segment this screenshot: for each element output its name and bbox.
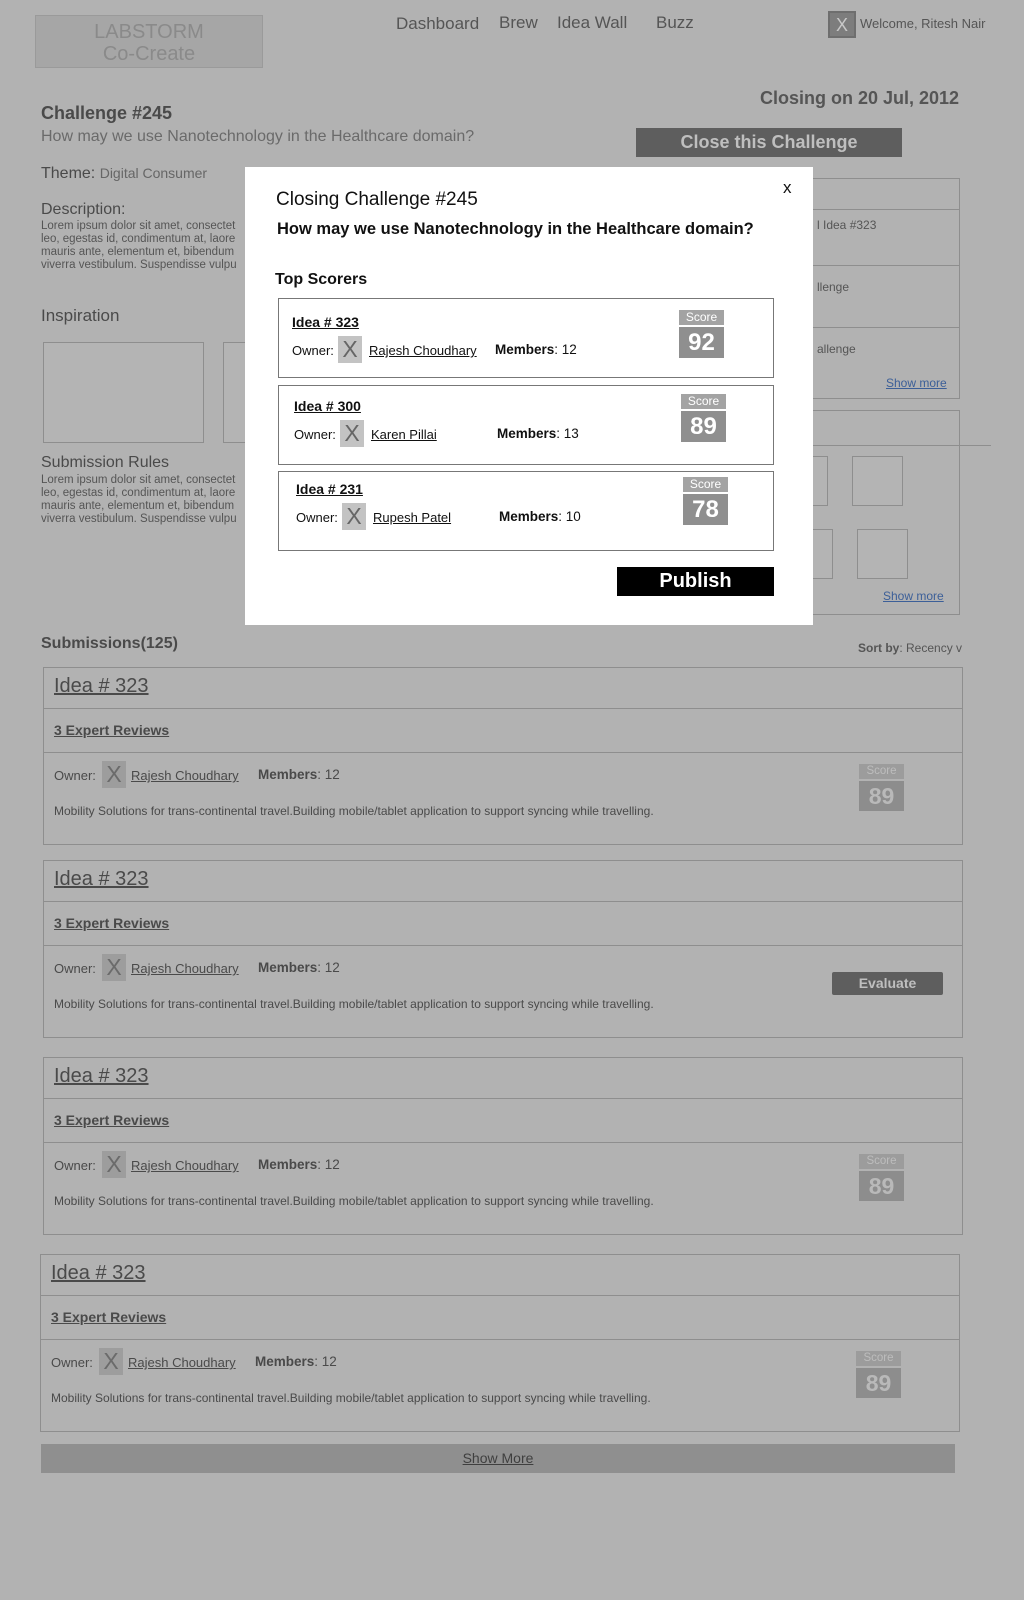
challenge-id: Challenge #245 [41, 103, 173, 123]
evaluate-button[interactable]: Evaluate [832, 972, 943, 995]
show-more-submissions-button[interactable]: Show More [41, 1444, 955, 1473]
gallery-thumb[interactable] [852, 456, 903, 506]
members-count: Members: 13 [497, 426, 579, 441]
owner-name-link[interactable]: Rajesh Choudhary [128, 1355, 236, 1370]
scorer-idea-link[interactable]: Idea # 323 [292, 314, 359, 330]
submission-card: Idea # 323 3 Expert Reviews Owner: X Raj… [43, 1057, 963, 1235]
score-badge: Score 92 [679, 310, 724, 358]
idea-title-link[interactable]: Idea # 323 [54, 1065, 149, 1088]
close-challenge-modal: Closing Challenge #245 How may we use Na… [245, 167, 813, 625]
activity-item[interactable]: llenge [817, 280, 849, 294]
logo-line2: Co-Create [102, 43, 196, 65]
score-badge: Score 78 [683, 477, 728, 525]
owner-name-link[interactable]: Rajesh Choudhary [131, 768, 239, 783]
members-count: Members: 10 [499, 509, 581, 524]
activity-panel: l Idea #323 llenge allenge Show more [790, 178, 960, 399]
activity-item[interactable]: l Idea #323 [817, 218, 876, 232]
show-more-activity-link[interactable]: Show more [886, 376, 947, 390]
submission-card: Idea # 323 3 Expert Reviews Owner: X Raj… [43, 667, 963, 845]
expert-reviews-link[interactable]: 3 Expert Reviews [54, 915, 169, 931]
logo-line1: LABSTORM [94, 21, 204, 43]
activity-item[interactable]: allenge [817, 342, 856, 356]
close-challenge-button[interactable]: Close this Challenge [636, 128, 902, 157]
owner-label: Owner: [292, 343, 334, 358]
top-scorers-title: Top Scorers [275, 271, 368, 288]
app-logo[interactable]: LABSTORM Co-Create [35, 15, 263, 68]
expert-reviews-link[interactable]: 3 Expert Reviews [54, 722, 169, 738]
gallery-panel: Show more [790, 410, 991, 615]
welcome-text: Welcome, Ritesh Nair [860, 16, 986, 31]
inspiration-title: Inspiration [41, 306, 120, 325]
publish-button[interactable]: Publish [617, 567, 774, 596]
expert-reviews-link[interactable]: 3 Expert Reviews [51, 1309, 166, 1325]
submission-rules-title: Submission Rules [41, 454, 170, 471]
theme-value: Digital Consumer [99, 165, 208, 181]
idea-title-link[interactable]: Idea # 323 [54, 868, 149, 891]
modal-question: How may we use Nanotechnology in the Hea… [277, 220, 754, 238]
top-scorer-card: Idea # 231 Owner: X Rupesh Patel Members… [278, 471, 774, 551]
owner-name-link[interactable]: Rajesh Choudhary [369, 343, 477, 358]
submission-card: Idea # 323 3 Expert Reviews Owner: X Raj… [40, 1254, 960, 1432]
top-scorer-card: Idea # 300 Owner: X Karen Pillai Members… [278, 385, 774, 465]
score-badge: Score 89 [681, 394, 726, 442]
members-count: Members: 12 [258, 767, 340, 782]
members-count: Members: 12 [258, 1157, 340, 1172]
members-count: Members: 12 [255, 1354, 337, 1369]
show-more-gallery-link[interactable]: Show more [883, 589, 944, 603]
theme: Theme: Digital Consumer [41, 165, 207, 183]
idea-title-link[interactable]: Idea # 323 [51, 1262, 146, 1285]
challenge-question: How may we use Nanotechnology in the Hea… [41, 128, 475, 145]
score-badge: Score 89 [859, 764, 904, 811]
nav-idea-wall[interactable]: Idea Wall [557, 13, 627, 33]
submissions-title: Submissions(125) [41, 635, 178, 652]
sort-by-dropdown[interactable]: Sort by: Recency v [858, 641, 962, 655]
owner-avatar-icon: X [342, 503, 366, 530]
owner-name-link[interactable]: Karen Pillai [371, 427, 437, 442]
owner-label: Owner: [54, 768, 96, 783]
owner-avatar-icon: X [338, 336, 362, 363]
inspiration-image[interactable] [43, 342, 204, 443]
close-icon[interactable]: x [783, 178, 792, 198]
members-count: Members: 12 [495, 342, 577, 357]
score-badge: Score 89 [859, 1154, 904, 1201]
owner-avatar-icon: X [102, 954, 126, 981]
user-avatar-icon[interactable]: X [828, 11, 856, 38]
owner-avatar-icon: X [340, 420, 364, 447]
description-title: Description: [41, 201, 126, 218]
description-text: Lorem ipsum dolor sit amet, consectet le… [41, 220, 237, 271]
idea-description: Mobility Solutions for trans-continental… [51, 1391, 651, 1405]
theme-label: Theme: [41, 165, 96, 182]
owner-avatar-icon: X [102, 1151, 126, 1178]
owner-avatar-icon: X [102, 761, 126, 788]
scorer-idea-link[interactable]: Idea # 231 [296, 481, 363, 497]
nav-dashboard[interactable]: Dashboard [396, 14, 479, 34]
scorer-idea-link[interactable]: Idea # 300 [294, 398, 361, 414]
nav-buzz[interactable]: Buzz [656, 13, 694, 33]
modal-title: Closing Challenge #245 [276, 189, 478, 210]
idea-description: Mobility Solutions for trans-continental… [54, 1194, 654, 1208]
nav-brew[interactable]: Brew [499, 13, 538, 33]
owner-name-link[interactable]: Rupesh Patel [373, 510, 451, 525]
top-scorer-card: Idea # 323 Owner: X Rajesh Choudhary Mem… [278, 298, 774, 378]
owner-label: Owner: [54, 961, 96, 976]
submission-card: Idea # 323 3 Expert Reviews Owner: X Raj… [43, 860, 963, 1038]
owner-name-link[interactable]: Rajesh Choudhary [131, 961, 239, 976]
idea-description: Mobility Solutions for trans-continental… [54, 997, 654, 1011]
owner-avatar-icon: X [99, 1348, 123, 1375]
owner-label: Owner: [294, 427, 336, 442]
members-count: Members: 12 [258, 960, 340, 975]
submission-rules-text: Lorem ipsum dolor sit amet, consectet le… [41, 474, 237, 525]
expert-reviews-link[interactable]: 3 Expert Reviews [54, 1112, 169, 1128]
score-badge: Score 89 [856, 1351, 901, 1398]
owner-label: Owner: [54, 1158, 96, 1173]
closing-date: Closing on 20 Jul, 2012 [760, 88, 960, 108]
owner-label: Owner: [296, 510, 338, 525]
idea-description: Mobility Solutions for trans-continental… [54, 804, 654, 818]
owner-label: Owner: [51, 1355, 93, 1370]
idea-title-link[interactable]: Idea # 323 [54, 675, 149, 698]
gallery-thumb[interactable] [857, 529, 908, 579]
owner-name-link[interactable]: Rajesh Choudhary [131, 1158, 239, 1173]
